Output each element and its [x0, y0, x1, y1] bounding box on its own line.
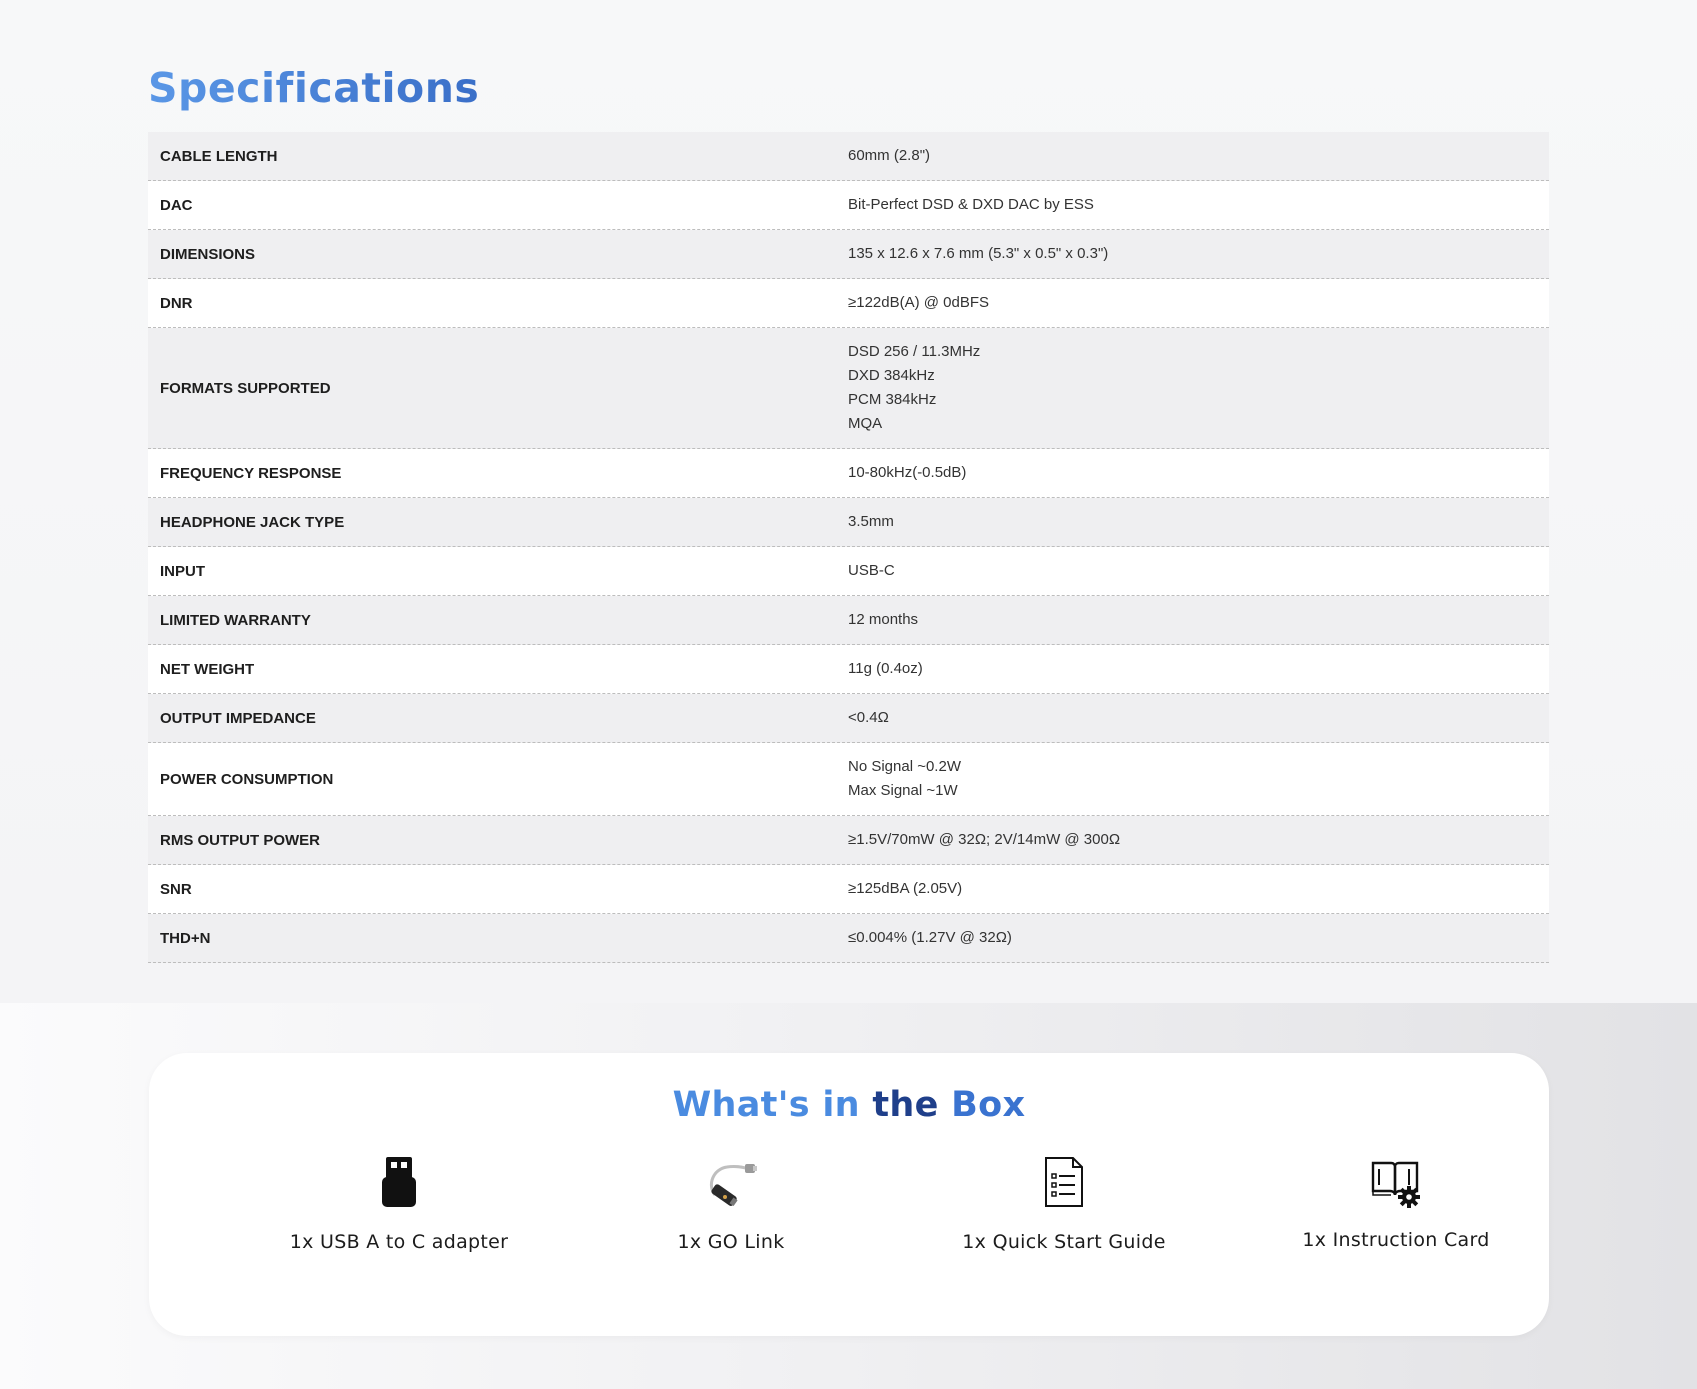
- spec-key: DAC: [160, 196, 193, 214]
- spec-value: No Signal ~0.2W Max Signal ~1W: [848, 743, 1549, 815]
- spec-row: POWER CONSUMPTION No Signal ~0.2W Max Sign…: [148, 743, 1549, 816]
- spec-value: 60mm (2.8"): [848, 132, 1549, 180]
- spec-value: ≥122dB(A) @ 0dBFS: [848, 279, 1549, 327]
- spec-value-line: 11g (0.4oz): [848, 660, 923, 677]
- spec-value-line: 10-80kHz(-0.5dB): [848, 464, 967, 481]
- whats-in-box-title: What's in the Box: [149, 1085, 1549, 1125]
- spec-row: LIMITED WARRANTY 12 months: [148, 596, 1549, 645]
- document-list-icon: [1045, 1157, 1083, 1207]
- spec-value-line: PCM 384kHz: [848, 391, 937, 408]
- box-item-usb-adapter: 1x USB A to C adapter: [249, 1153, 549, 1253]
- spec-value-line: ≤0.004% (1.27V @ 32Ω): [848, 929, 1012, 946]
- title-part-3: Box: [951, 1085, 1026, 1125]
- specifications-table: CABLE LENGTH 60mm (2.8") DAC Bit-Perfect DS…: [148, 132, 1549, 963]
- spec-key: OUTPUT IMPEDANCE: [160, 709, 316, 727]
- spec-key: NET WEIGHT: [160, 660, 255, 678]
- spec-value-line: Bit-Perfect DSD & DXD DAC by ESS: [848, 196, 1094, 213]
- go-link-cable-icon: [710, 1164, 757, 1207]
- box-item-instruction-card: 1x Instruction Card: [1246, 1153, 1546, 1251]
- box-items: 1x USB A to C adapter 1x GO Link 1x Quic…: [149, 1153, 1549, 1273]
- usb-adapter-icon: [382, 1157, 416, 1207]
- title-part-1: What's in: [672, 1085, 873, 1125]
- spec-key: INPUT: [160, 562, 205, 580]
- spec-value-line: MQA: [848, 415, 883, 432]
- spec-row: FORMATS SUPPORTED DSD 256 / 11.3MHz DXD 38…: [148, 328, 1549, 449]
- spec-row: THD+N ≤0.004% (1.27V @ 32Ω): [148, 914, 1549, 963]
- box-item-label: 1x USB A to C adapter: [289, 1231, 509, 1253]
- spec-value-line: DXD 384kHz: [848, 367, 935, 384]
- spec-row: SNR ≥125dBA (2.05V): [148, 865, 1549, 914]
- spec-value: <0.4Ω: [848, 694, 1549, 742]
- spec-row: DNR ≥122dB(A) @ 0dBFS: [148, 279, 1549, 328]
- book-gear-icon: [1371, 1161, 1420, 1208]
- spec-value-line: No Signal ~0.2W: [848, 758, 961, 775]
- box-item-label: 1x Instruction Card: [1302, 1229, 1490, 1251]
- spec-value-line: DSD 256 / 11.3MHz: [848, 343, 981, 360]
- spec-value: USB-C: [848, 547, 1549, 595]
- spec-value-line: USB-C: [848, 562, 895, 579]
- spec-value: Bit-Perfect DSD & DXD DAC by ESS: [848, 181, 1549, 229]
- spec-value-line: 60mm (2.8"): [848, 147, 931, 164]
- spec-row: FREQUENCY RESPONSE 10-80kHz(-0.5dB): [148, 449, 1549, 498]
- spec-value-line: ≥1.5V/70mW @ 32Ω; 2V/14mW @ 300Ω: [848, 831, 1121, 848]
- spec-value: ≥125dBA (2.05V): [848, 865, 1549, 913]
- spec-row: NET WEIGHT 11g (0.4oz): [148, 645, 1549, 694]
- spec-value: ≥1.5V/70mW @ 32Ω; 2V/14mW @ 300Ω: [848, 816, 1549, 864]
- spec-row: DAC Bit-Perfect DSD & DXD DAC by ESS: [148, 181, 1549, 230]
- spec-key: SNR: [160, 880, 192, 898]
- spec-key: DNR: [160, 294, 193, 312]
- title-part-2: the: [872, 1085, 952, 1125]
- spec-key: LIMITED WARRANTY: [160, 611, 311, 629]
- spec-key: FORMATS SUPPORTED: [160, 379, 331, 397]
- spec-value: ≤0.004% (1.27V @ 32Ω): [848, 914, 1549, 962]
- spec-value: DSD 256 / 11.3MHz DXD 384kHz PCM 384kHz MQA: [848, 328, 1549, 448]
- spec-row: CABLE LENGTH 60mm (2.8"): [148, 132, 1549, 181]
- spec-value-line: Max Signal ~1W: [848, 782, 958, 799]
- spec-key: FREQUENCY RESPONSE: [160, 464, 342, 482]
- whats-in-box-section: What's in the Box 1x USB A to C adapter: [0, 1003, 1697, 1389]
- spec-value-line: 12 months: [848, 611, 919, 628]
- spec-value: 3.5mm: [848, 498, 1549, 546]
- box-item-label: 1x Quick Start Guide: [962, 1231, 1166, 1253]
- spec-key: HEADPHONE JACK TYPE: [160, 513, 345, 531]
- spec-row: OUTPUT IMPEDANCE <0.4Ω: [148, 694, 1549, 743]
- spec-key: DIMENSIONS: [160, 245, 256, 263]
- specifications-section: Specifications CABLE LENGTH 60mm (2.8") DA…: [0, 0, 1697, 1003]
- spec-value-line: 3.5mm: [848, 513, 894, 530]
- spec-value: 10-80kHz(-0.5dB): [848, 449, 1549, 497]
- box-item-go-link: 1x GO Link: [581, 1153, 881, 1253]
- spec-row: INPUT USB-C: [148, 547, 1549, 596]
- spec-value: 135 x 12.6 x 7.6 mm (5.3" x 0.5" x 0.3"): [848, 230, 1549, 278]
- box-item-quick-start-guide: 1x Quick Start Guide: [914, 1153, 1214, 1253]
- spec-value: 12 months: [848, 596, 1549, 644]
- spec-value: 11g (0.4oz): [848, 645, 1549, 693]
- spec-key: THD+N: [160, 929, 211, 947]
- spec-value-line: ≥125dBA (2.05V): [848, 880, 963, 897]
- specifications-title: Specifications: [148, 64, 480, 112]
- spec-row: HEADPHONE JACK TYPE 3.5mm: [148, 498, 1549, 547]
- spec-value-line: <0.4Ω: [848, 709, 889, 726]
- spec-key: POWER CONSUMPTION: [160, 770, 334, 788]
- spec-value-line: 135 x 12.6 x 7.6 mm (5.3" x 0.5" x 0.3"): [848, 245, 1109, 262]
- spec-row: RMS OUTPUT POWER ≥1.5V/70mW @ 32Ω; 2V/14m…: [148, 816, 1549, 865]
- box-item-label: 1x GO Link: [677, 1231, 785, 1253]
- whats-in-box-card: What's in the Box 1x USB A to C adapter: [149, 1053, 1549, 1336]
- spec-key: CABLE LENGTH: [160, 147, 278, 165]
- spec-key: RMS OUTPUT POWER: [160, 831, 320, 849]
- spec-value-line: ≥122dB(A) @ 0dBFS: [848, 294, 990, 311]
- spec-row: DIMENSIONS 135 x 12.6 x 7.6 mm (5.3" x 0.…: [148, 230, 1549, 279]
